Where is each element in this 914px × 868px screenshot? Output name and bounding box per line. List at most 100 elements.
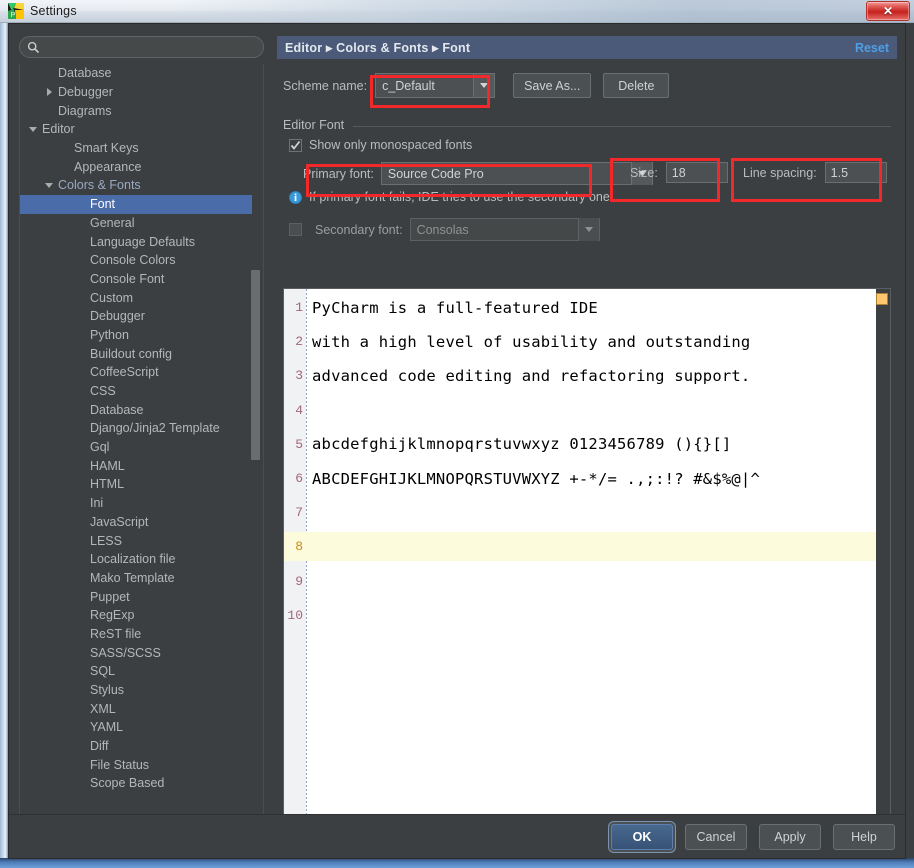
chevron-down-icon[interactable] [26, 122, 40, 136]
sidebar-item-label: Database [58, 66, 112, 81]
sidebar-item-puppet[interactable]: Puppet [20, 587, 254, 606]
sidebar-item-yaml[interactable]: YAML [20, 718, 254, 737]
sidebar-item-database[interactable]: Database [20, 64, 254, 83]
preview-line: 4 [284, 396, 890, 425]
sidebar-item-ini[interactable]: Ini [20, 494, 254, 513]
sidebar-item-label: Diagrams [58, 103, 112, 118]
sidebar-item-html[interactable]: HTML [20, 475, 254, 494]
sidebar-item-label: Colors & Fonts [58, 178, 141, 193]
show-monospaced-checkbox[interactable] [289, 138, 302, 152]
search-input[interactable] [44, 40, 255, 54]
settings-window: P Settings ✕ Database Debugger Diagrams Edi… [0, 0, 914, 868]
sidebar-scrollbar-thumb[interactable] [251, 270, 260, 460]
sidebar-item-coffeescript[interactable]: CoffeeScript [20, 363, 254, 382]
primary-font-combobox[interactable]: Source Code Pro [380, 162, 653, 185]
sidebar-item-label: ReST file [90, 626, 142, 641]
sidebar-item-sass-scss[interactable]: SASS/SCSS [20, 643, 254, 662]
sidebar-item-label: Mako Template [90, 570, 175, 585]
sidebar-item-debugger[interactable]: Debugger [20, 83, 254, 102]
primary-font-label: Primary font: [303, 166, 374, 181]
line-spacing-input[interactable]: 1.5 [824, 162, 887, 183]
apply-button[interactable]: Apply [759, 824, 821, 850]
chevron-down-icon[interactable] [473, 74, 495, 97]
delete-button[interactable]: Delete [603, 73, 670, 98]
sidebar-item-general[interactable]: General [20, 214, 254, 233]
primary-font-row: Primary font: Source Code Pro [303, 162, 653, 185]
scheme-name-combobox[interactable]: c_Default [375, 73, 496, 98]
error-stripe[interactable] [876, 289, 890, 832]
sidebar-item-localization-file[interactable]: Localization file [20, 550, 254, 569]
sidebar-item-python[interactable]: Python [20, 326, 254, 345]
sidebar-item-sql[interactable]: SQL [20, 662, 254, 681]
line-number: 7 [295, 505, 303, 521]
sidebar-item-less[interactable]: LESS [20, 531, 254, 550]
sidebar-item-css[interactable]: CSS [20, 382, 254, 401]
sidebar-item-label: File Status [90, 757, 150, 772]
sidebar-item-django-jinja2-template[interactable]: Django/Jinja2 Template [20, 419, 254, 438]
sidebar-item-rest-file[interactable]: ReST file [20, 625, 254, 644]
sidebar-item-colors-fonts[interactable]: Colors & Fonts [20, 176, 254, 195]
sidebar-item-label: General [90, 215, 135, 230]
chevron-down-icon[interactable] [577, 218, 599, 241]
sidebar-item-label: Stylus [90, 683, 125, 698]
sidebar-item-diagrams[interactable]: Diagrams [20, 101, 254, 120]
sidebar-item-label: SQL [90, 664, 116, 679]
sidebar-item-file-status[interactable]: File Status [20, 755, 254, 774]
sidebar-item-language-defaults[interactable]: Language Defaults [20, 232, 254, 251]
sidebar-item-database[interactable]: Database [20, 400, 254, 419]
sidebar-item-haml[interactable]: HAML [20, 456, 254, 475]
sidebar-item-gql[interactable]: Gql [20, 438, 254, 457]
search-box[interactable] [19, 36, 264, 58]
help-button[interactable]: Help [833, 824, 895, 850]
sidebar-item-mako-template[interactable]: Mako Template [20, 569, 254, 588]
sidebar-item-javascript[interactable]: JavaScript [20, 513, 254, 532]
reset-link[interactable]: Reset [855, 41, 889, 55]
sidebar-item-scope-based[interactable]: Scope Based [20, 774, 254, 793]
preview-line: 7 [284, 498, 890, 527]
preview-line-text: advanced code editing and refactoring su… [312, 366, 751, 385]
sidebar-item-custom[interactable]: Custom [20, 288, 254, 307]
secondary-font-combobox[interactable]: Consolas [409, 218, 600, 241]
font-size-input[interactable]: 18 [665, 162, 728, 183]
preview-line-text: ABCDEFGHIJKLMNOPQRSTUVWXYZ +-*/= .,;:!? … [312, 469, 760, 488]
ok-button[interactable]: OK [611, 824, 673, 850]
sidebar-item-console-colors[interactable]: Console Colors [20, 251, 254, 270]
sidebar-item-debugger[interactable]: Debugger [20, 307, 254, 326]
sidebar-item-smart-keys[interactable]: Smart Keys [20, 139, 254, 158]
error-stripe-marker[interactable] [876, 293, 888, 305]
sidebar-item-label: Console Colors [90, 253, 176, 268]
close-glyph: ✕ [882, 4, 894, 18]
sidebar-scrollbar-track[interactable] [251, 65, 262, 815]
preview-line: 9 [284, 567, 890, 596]
sidebar-item-appearance[interactable]: Appearance [20, 157, 254, 176]
sidebar-item-font[interactable]: Font [20, 194, 254, 214]
sidebar-item-console-font[interactable]: Console Font [20, 270, 254, 289]
sidebar-item-regexp[interactable]: RegExp [20, 606, 254, 625]
show-monospaced-label: Show only monospaced fonts [309, 138, 473, 152]
close-icon[interactable]: ✕ [866, 1, 910, 21]
line-spacing-value: 1.5 [830, 165, 849, 180]
chevron-down-icon[interactable] [42, 178, 56, 192]
sidebar-item-diff[interactable]: Diff [20, 737, 254, 756]
font-preview-editor[interactable]: 1 PyCharm is a full-featured IDE 2 with a h… [283, 288, 891, 833]
line-number: 1 [295, 300, 303, 315]
chevron-right-icon[interactable] [42, 85, 56, 99]
monospaced-row: Show only monospaced fonts [289, 138, 472, 152]
sidebar-item-xml[interactable]: XML [20, 699, 254, 718]
save-as-button[interactable]: Save As... [513, 73, 592, 98]
sidebar-item-editor[interactable]: Editor [20, 120, 254, 139]
sidebar-item-stylus[interactable]: Stylus [20, 681, 254, 700]
titlebar-gloss [170, 0, 914, 23]
cancel-button[interactable]: Cancel [685, 824, 747, 850]
secondary-font-checkbox[interactable] [289, 223, 302, 236]
sidebar-item-buildout-config[interactable]: Buildout config [20, 344, 254, 363]
